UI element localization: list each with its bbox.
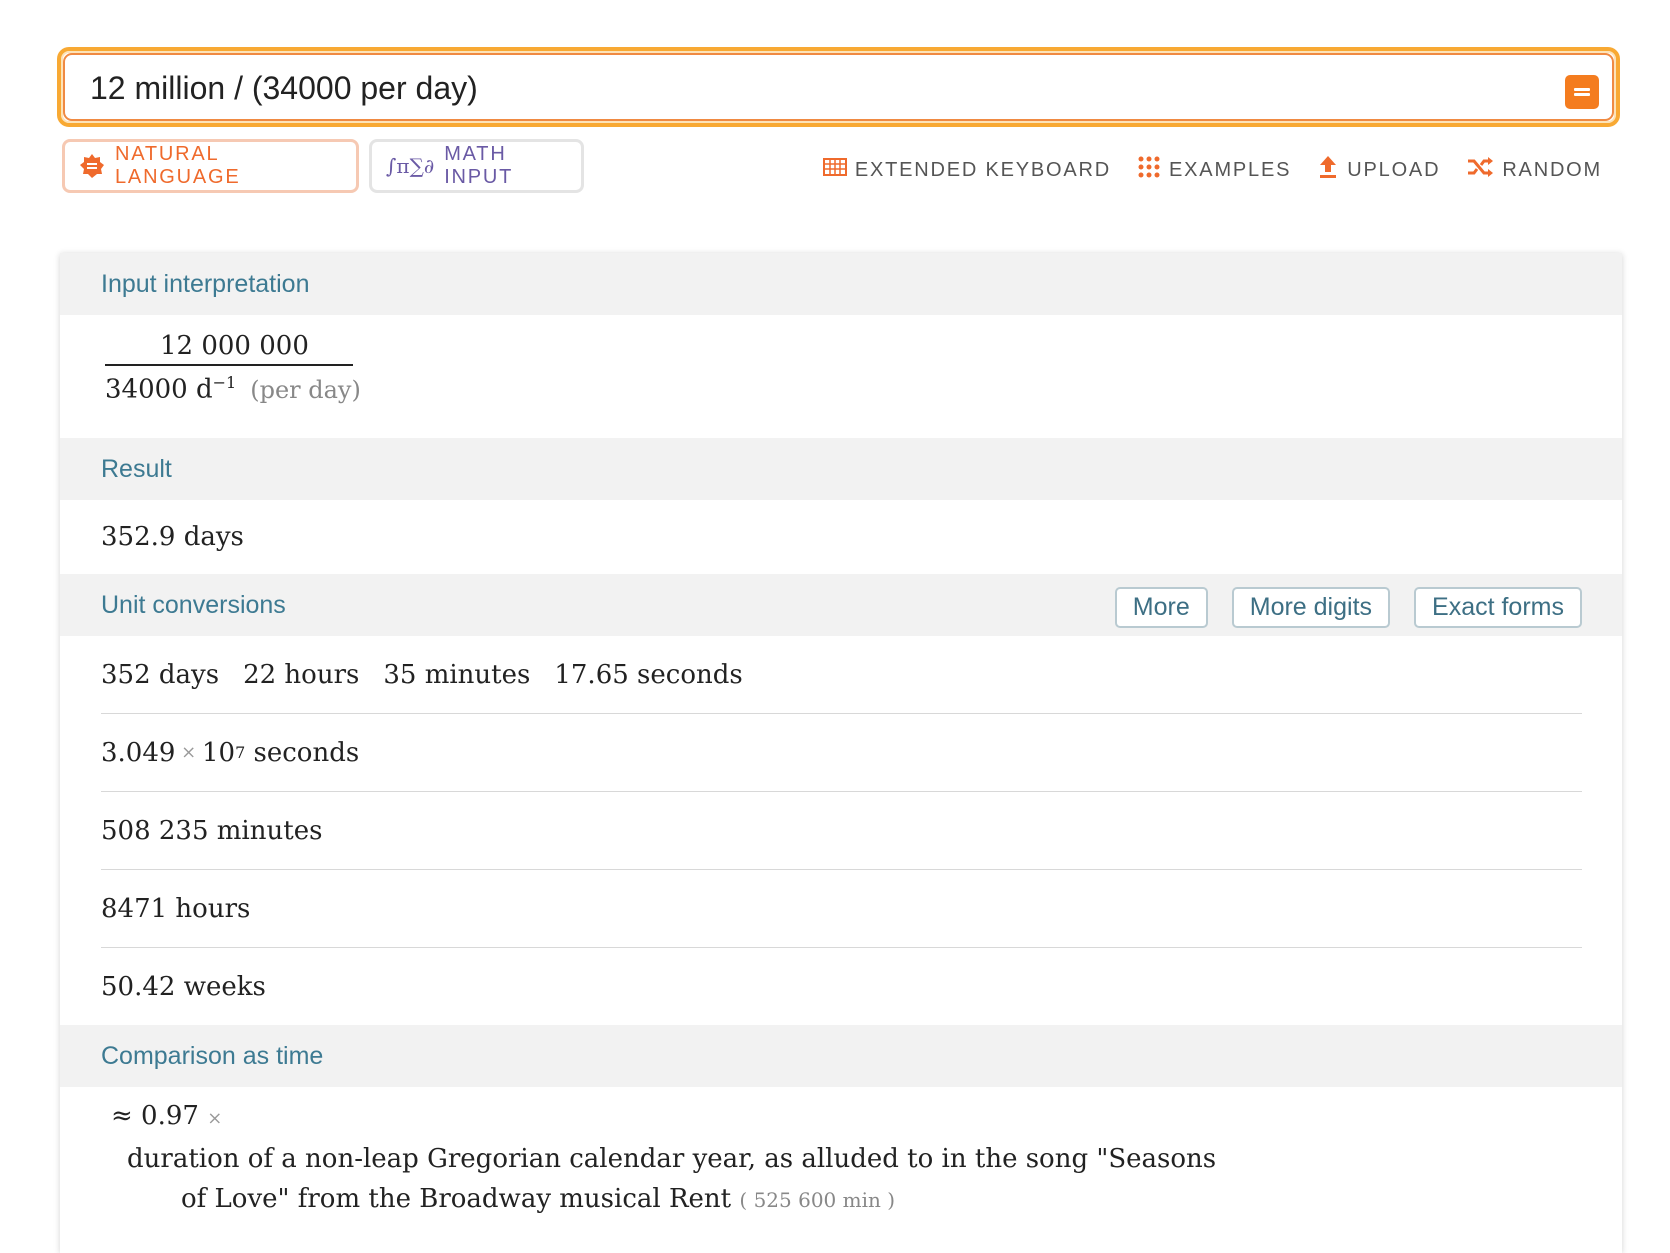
conversion-days: 352 days (101, 659, 220, 690)
fraction-bar (105, 364, 353, 366)
extended-keyboard-button[interactable]: EXTENDED KEYBOARD (822, 154, 1112, 186)
fraction-denominator: 34000 d−1 (per day) (105, 373, 361, 405)
random-button[interactable]: RANDOM (1466, 154, 1602, 186)
pod-title-unit-conversions: Unit conversions (101, 590, 286, 619)
times-symbol: × (175, 742, 202, 763)
upload-button[interactable]: UPLOAD (1317, 154, 1440, 186)
upload-label: UPLOAD (1347, 158, 1441, 181)
upload-icon (1317, 154, 1339, 186)
sci-exponent: 7 (235, 743, 246, 762)
conversion-mixed: 352 days 22 hours 35 minutes 17.65 secon… (101, 636, 1582, 714)
shuffle-icon (1466, 156, 1494, 184)
toolbar: EXTENDED KEYBOARD EXAMPLES UPLOAD RANDOM (822, 154, 1602, 186)
conversion-minutes-part: 35 minutes (383, 659, 531, 690)
keyboard-icon (822, 158, 847, 182)
unit-note: (per day) (250, 375, 361, 404)
conversion-seconds: 3.049 × 10 7 seconds (101, 714, 1582, 792)
sci-base: 10 (201, 737, 236, 768)
sci-mantissa: 3.049 (101, 737, 176, 768)
pod-header-unit-conversions: Unit conversions More More digits Exact … (60, 574, 1622, 636)
denominator-value: 34000 d (105, 374, 213, 405)
conversion-seconds-part: 17.65 seconds (554, 659, 743, 690)
conversion-minutes: 508 235 minutes (101, 792, 1582, 870)
comparison-description-2-line: of Love" from the Broadway musical Rent … (101, 1179, 1622, 1220)
compute-button[interactable] (1565, 75, 1599, 109)
examples-icon (1137, 155, 1161, 185)
extended-keyboard-label: EXTENDED KEYBOARD (854, 158, 1112, 181)
search-box[interactable] (57, 47, 1620, 127)
denominator-exponent: −1 (212, 373, 237, 392)
conversion-hours-part: 22 hours (243, 659, 360, 690)
math-input-icon: ∫π∑∂ (386, 154, 435, 178)
search-input[interactable] (88, 65, 1532, 111)
tab-natural-language-label: NATURAL LANGUAGE (115, 143, 241, 188)
comparison-body: ≈ 0.97 × duration of a non-leap Gregoria… (60, 1087, 1622, 1240)
natural-language-icon (79, 153, 105, 179)
pod-title-result: Result (60, 438, 1622, 500)
fraction-numerator: 12 000 000 (160, 331, 309, 361)
comparison-approx: ≈ 0.97 (111, 1101, 199, 1131)
exact-forms-button[interactable]: Exact forms (1414, 587, 1582, 628)
tab-natural-language[interactable]: NATURAL LANGUAGE (62, 139, 359, 193)
comparison-note: ( 525 600 min ) (739, 1188, 896, 1212)
comparison-description-2: of Love" from the Broadway musical Rent (181, 1184, 732, 1214)
results-panel: Input interpretation 12 000 000 34000 d−… (60, 253, 1622, 1253)
more-button[interactable]: More (1114, 587, 1208, 628)
result-value: 352.9 days (60, 500, 1622, 574)
pod-buttons: More More digits Exact forms (1114, 587, 1582, 628)
random-label: RANDOM (1502, 158, 1602, 181)
pod-title-input-interpretation: Input interpretation (60, 253, 1622, 315)
examples-label: EXAMPLES (1169, 158, 1292, 181)
sci-unit: seconds (253, 737, 360, 768)
examples-button[interactable]: EXAMPLES (1137, 154, 1291, 186)
more-digits-button[interactable]: More digits (1231, 587, 1391, 628)
conversion-hours: 8471 hours (101, 870, 1582, 948)
comparison-description-1: duration of a non-leap Gregorian calenda… (127, 1144, 1217, 1174)
conversion-weeks: 50.42 weeks (101, 971, 266, 1002)
tab-math-input-label: MATH INPUT (444, 143, 514, 188)
comparison-times: × (207, 1108, 223, 1129)
comparison-approx-line: ≈ 0.97 × (101, 1101, 1622, 1131)
pod-title-comparison: Comparison as time (60, 1025, 1622, 1087)
equals-icon (1574, 86, 1590, 98)
input-interpretation-fraction: 12 000 000 34000 d−1 (per day) (60, 315, 1622, 438)
unit-conversions-list: 352 days 22 hours 35 minutes 17.65 secon… (60, 636, 1622, 1025)
tab-math-input[interactable]: ∫π∑∂ MATH INPUT (369, 139, 584, 193)
